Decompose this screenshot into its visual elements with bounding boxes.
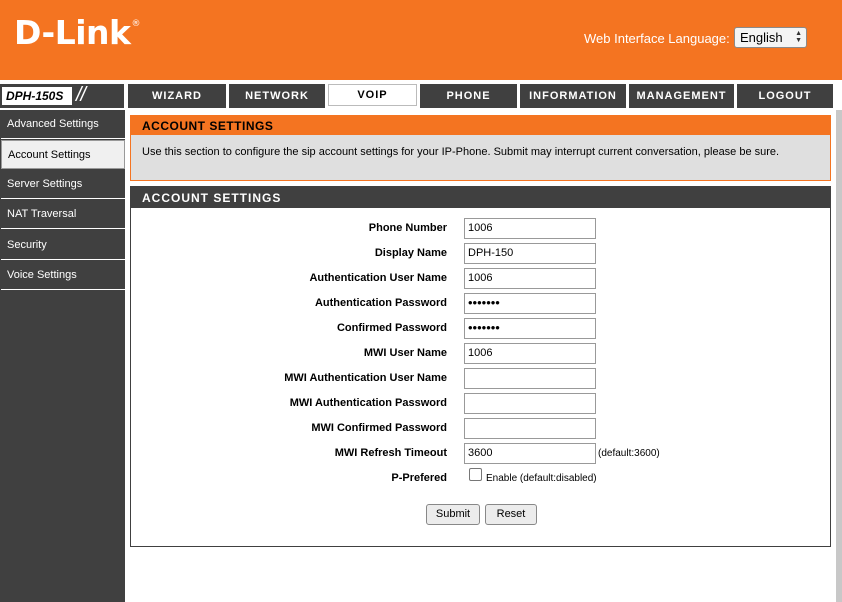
sidebar-item-security[interactable]: Security <box>1 231 125 260</box>
mwi-auth-user-name-label: MWI Authentication User Name <box>284 372 447 384</box>
sidebar-item-nat-traversal[interactable]: NAT Traversal <box>1 200 125 229</box>
reset-button[interactable]: Reset <box>485 504 537 525</box>
model-box: DPH-150S // <box>0 84 124 108</box>
tab-wizard[interactable]: WIZARD <box>128 84 226 108</box>
auth-password-label: Authentication Password <box>314 297 447 309</box>
sidebar: Advanced Settings Account Settings Serve… <box>0 110 125 602</box>
mwi-refresh-timeout-hint: (default:3600) <box>598 448 660 459</box>
tab-information[interactable]: INFORMATION <box>520 84 626 108</box>
p-prefered-checkbox[interactable] <box>469 468 482 481</box>
sidebar-item-advanced-settings[interactable]: Advanced Settings <box>1 110 125 139</box>
language-label: Web Interface Language: <box>584 31 730 46</box>
mwi-user-name-label: MWI User Name <box>363 347 447 359</box>
mwi-refresh-timeout-input[interactable]: 3600 <box>464 443 596 464</box>
auth-user-name-input[interactable]: 1006 <box>464 268 596 289</box>
row-mwi-refresh-timeout: MWI Refresh Timeout 3600 (default:3600) <box>131 443 831 465</box>
tab-network[interactable]: NETWORK <box>229 84 325 108</box>
submit-button[interactable]: Submit <box>426 504 480 525</box>
info-title: ACCOUNT SETTINGS <box>131 116 830 135</box>
row-mwi-auth-password: MWI Authentication Password <box>131 393 831 415</box>
row-mwi-confirmed-password: MWI Confirmed Password <box>131 418 831 440</box>
confirmed-password-label: Confirmed Password <box>336 322 447 334</box>
tab-management[interactable]: MANAGEMENT <box>629 84 734 108</box>
mwi-confirmed-password-input[interactable] <box>464 418 596 439</box>
info-box: ACCOUNT SETTINGS Use this section to con… <box>130 115 831 181</box>
model-name: DPH-150S <box>2 87 72 105</box>
row-p-prefered: P-Prefered Enable (default:disabled) <box>131 468 831 490</box>
main-content: ACCOUNT SETTINGS Use this section to con… <box>125 110 842 602</box>
language-value: English <box>740 30 783 45</box>
tab-voip[interactable]: VOIP <box>328 84 417 106</box>
sidebar-item-account-settings[interactable]: Account Settings <box>1 140 125 169</box>
scrollbar[interactable] <box>836 110 842 602</box>
info-text: Use this section to configure the sip ac… <box>142 146 780 158</box>
row-auth-password: Authentication Password ••••••• <box>131 293 831 315</box>
row-display-name: Display Name DPH-150 <box>131 243 831 265</box>
row-auth-user-name: Authentication User Name 1006 <box>131 268 831 290</box>
sidebar-item-server-settings[interactable]: Server Settings <box>1 170 125 199</box>
dlink-logo: D-Link® <box>14 13 140 52</box>
mwi-refresh-timeout-label: MWI Refresh Timeout <box>334 447 447 459</box>
row-mwi-user-name: MWI User Name 1006 <box>131 343 831 365</box>
p-prefered-label: P-Prefered <box>391 472 447 484</box>
row-phone-number: Phone Number 1006 <box>131 218 831 240</box>
row-confirmed-password: Confirmed Password ••••••• <box>131 318 831 340</box>
row-mwi-auth-user-name: MWI Authentication User Name <box>131 368 831 390</box>
p-prefered-checkbox-label: Enable (default:disabled) <box>486 473 597 484</box>
mwi-auth-user-name-input[interactable] <box>464 368 596 389</box>
auth-password-input[interactable]: ••••••• <box>464 293 596 314</box>
phone-number-label: Phone Number <box>368 222 447 234</box>
account-form: ACCOUNT SETTINGS Phone Number 1006 Displ… <box>130 186 831 547</box>
form-title: ACCOUNT SETTINGS <box>131 187 830 208</box>
display-name-label: Display Name <box>374 247 447 259</box>
mwi-user-name-input[interactable]: 1006 <box>464 343 596 364</box>
mwi-auth-password-label: MWI Authentication Password <box>289 397 447 409</box>
sidebar-item-voice-settings[interactable]: Voice Settings <box>1 261 125 290</box>
confirmed-password-input[interactable]: ••••••• <box>464 318 596 339</box>
display-name-input[interactable]: DPH-150 <box>464 243 596 264</box>
select-arrows-icon: ▲ ▼ <box>795 30 802 44</box>
mwi-auth-password-input[interactable] <box>464 393 596 414</box>
tab-logout[interactable]: LOGOUT <box>737 84 833 108</box>
phone-number-input[interactable]: 1006 <box>464 218 596 239</box>
header-bar: D-Link® Web Interface Language: English … <box>0 0 842 80</box>
model-slashes: // <box>76 84 86 106</box>
tab-phone[interactable]: PHONE <box>420 84 517 108</box>
mwi-confirmed-password-label: MWI Confirmed Password <box>311 422 447 434</box>
auth-user-name-label: Authentication User Name <box>309 272 447 284</box>
language-select[interactable]: English ▲ ▼ <box>734 27 807 48</box>
